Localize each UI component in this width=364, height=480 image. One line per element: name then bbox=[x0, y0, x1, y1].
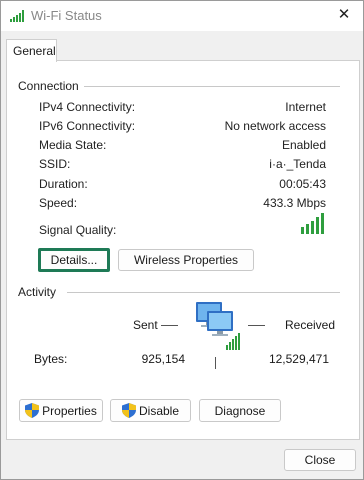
received-line bbox=[248, 325, 265, 326]
diagnose-button[interactable]: Diagnose bbox=[199, 399, 281, 422]
ssid-value: i·a·_Tenda bbox=[269, 157, 326, 171]
bytes-label: Bytes: bbox=[34, 352, 68, 366]
speed-value: 433.3 Mbps bbox=[263, 196, 326, 210]
properties-button[interactable]: Properties bbox=[19, 399, 103, 422]
ipv6-label: IPv6 Connectivity: bbox=[39, 119, 136, 133]
uac-shield-icon bbox=[25, 403, 40, 418]
signal-quality-label: Signal Quality: bbox=[39, 223, 117, 237]
disable-button[interactable]: Disable bbox=[110, 399, 191, 422]
connection-divider bbox=[84, 86, 340, 87]
sent-label: Sent bbox=[133, 318, 158, 332]
bytes-sent-value: 925,154 bbox=[141, 352, 185, 366]
media-state-value: Enabled bbox=[281, 138, 326, 152]
signal-quality-icon bbox=[301, 213, 324, 234]
network-computers-icon bbox=[196, 302, 240, 350]
media-state-label: Media State: bbox=[39, 138, 107, 152]
title-bar: Wi-Fi Status ✕ bbox=[1, 1, 363, 31]
wifi-status-window: Wi-Fi Status ✕ General Connection IPv4 C… bbox=[0, 0, 364, 480]
close-icon[interactable]: ✕ bbox=[335, 6, 353, 24]
disable-button-label: Disable bbox=[138, 403, 180, 418]
ipv4-value: Internet bbox=[285, 100, 326, 114]
tab-label: General bbox=[13, 44, 56, 58]
received-label: Received bbox=[285, 318, 336, 332]
ipv6-value: No network access bbox=[224, 119, 326, 133]
tab-general[interactable]: General bbox=[6, 39, 57, 62]
properties-button-label: Properties bbox=[42, 403, 97, 418]
activity-divider bbox=[67, 292, 340, 293]
wireless-properties-button[interactable]: Wireless Properties bbox=[118, 249, 254, 271]
general-panel: Connection IPv4 Connectivity: Internet I… bbox=[6, 60, 360, 440]
duration-value: 00:05:43 bbox=[279, 177, 326, 191]
wifi-signal-icon bbox=[10, 10, 24, 22]
connection-heading: Connection bbox=[18, 79, 79, 93]
ssid-label: SSID: bbox=[39, 157, 71, 171]
sent-line bbox=[161, 325, 178, 326]
ipv4-label: IPv4 Connectivity: bbox=[39, 100, 136, 114]
uac-shield-icon bbox=[121, 403, 136, 418]
close-button[interactable]: Close bbox=[284, 449, 356, 471]
activity-heading: Activity bbox=[18, 285, 57, 299]
details-button[interactable]: Details... bbox=[38, 248, 110, 272]
duration-label: Duration: bbox=[39, 177, 88, 191]
activity-separator bbox=[215, 357, 216, 369]
bytes-received-value: 12,529,471 bbox=[268, 352, 329, 366]
speed-label: Speed: bbox=[39, 196, 78, 210]
window-title: Wi-Fi Status bbox=[31, 8, 102, 23]
